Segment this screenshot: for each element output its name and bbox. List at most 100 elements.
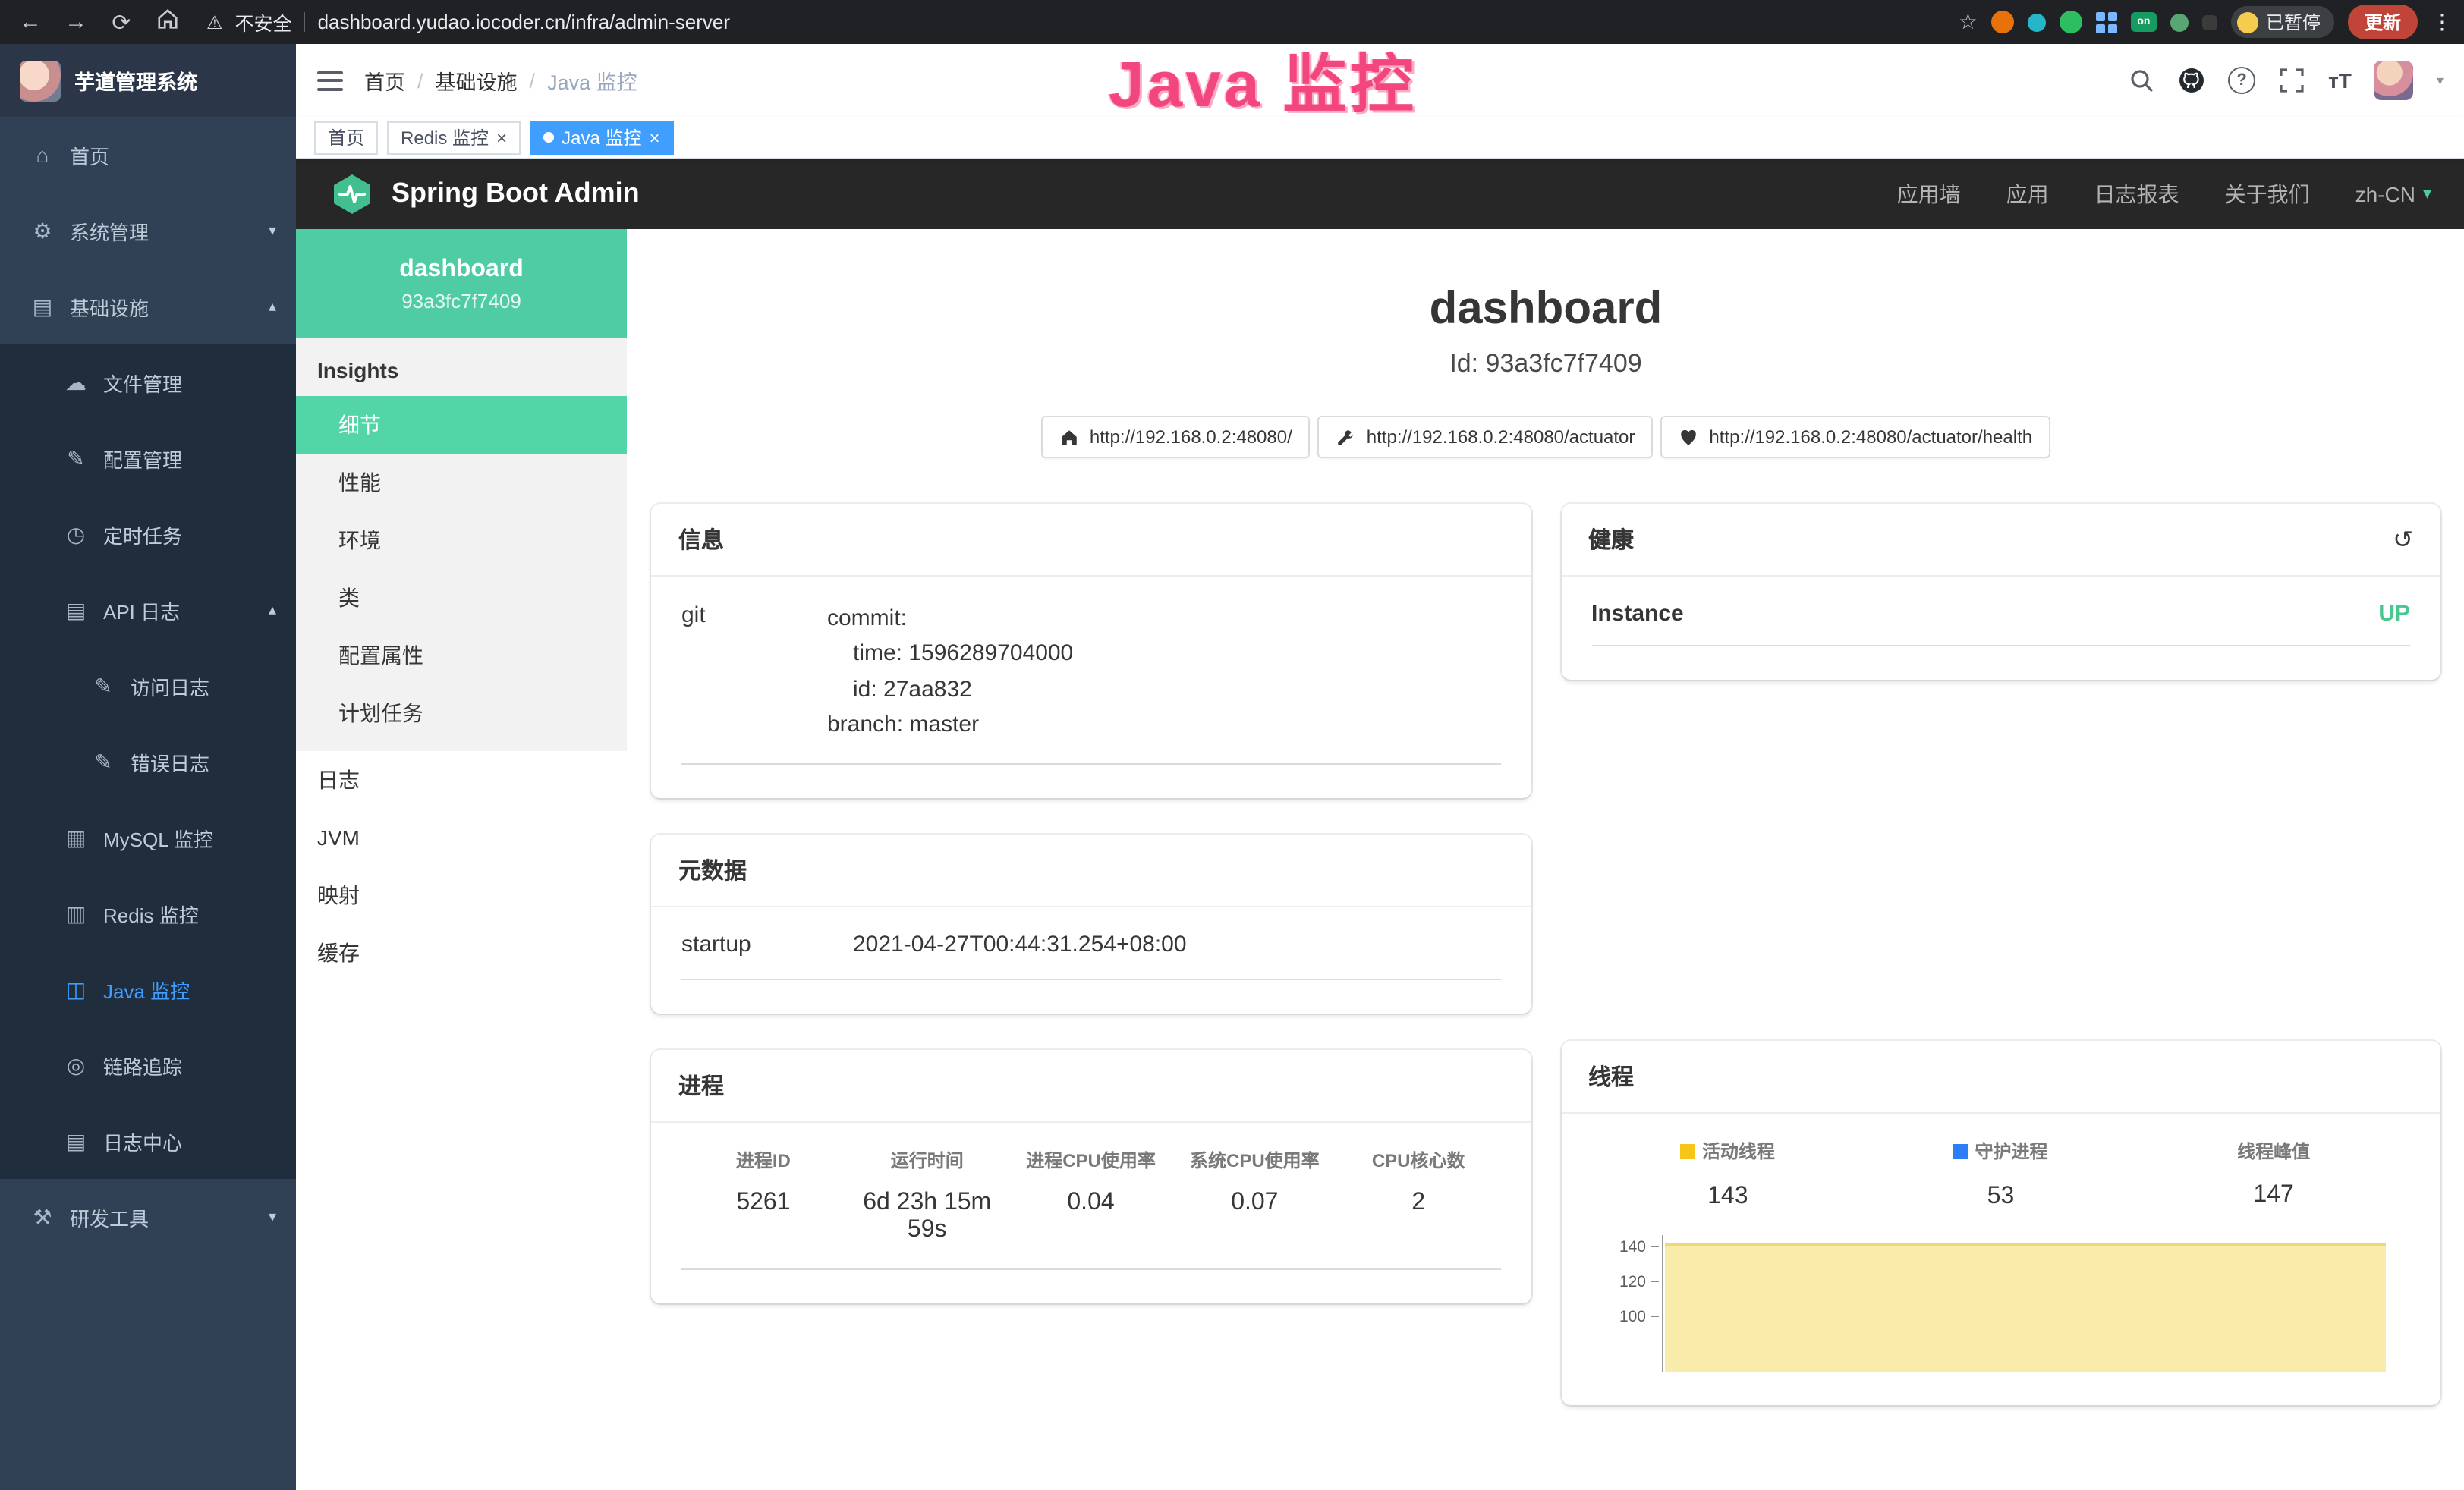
sba-item-details[interactable]: 细节	[296, 396, 627, 454]
sidebar-item-api-logs[interactable]: ▤ API 日志 ▴	[0, 572, 296, 648]
home-icon[interactable]	[152, 8, 182, 36]
update-button[interactable]: 更新	[2348, 5, 2418, 39]
extension-on-toggle-icon[interactable]: on	[2131, 12, 2157, 32]
redis-icon: ▥	[64, 901, 88, 926]
sidebar-item-error-logs[interactable]: ✎ 错误日志	[0, 724, 296, 800]
column-header: CPU核心数	[1336, 1147, 1500, 1173]
link-health-url[interactable]: http://192.168.0.2:48080/actuator/health	[1660, 416, 2050, 458]
threads-legend: 活动线程 143 守护进程 53 线程峰值 14	[1591, 1138, 2410, 1210]
app-logo-row[interactable]: 芋道管理系统	[0, 44, 296, 117]
page-title: dashboard	[627, 284, 2464, 335]
sba-item-jvm[interactable]: JVM	[296, 809, 627, 866]
breadcrumb-separator: /	[530, 69, 536, 92]
extension-icon[interactable]	[1991, 11, 2014, 33]
sidebar-item-label: MySQL 监控	[103, 823, 213, 852]
close-icon[interactable]: ×	[496, 128, 507, 146]
tab-redis-monitor[interactable]: Redis 监控 ×	[387, 121, 521, 154]
infrastructure-icon: ▤	[30, 294, 55, 319]
history-icon[interactable]: ↺	[2393, 524, 2413, 555]
search-icon[interactable]	[2128, 67, 2155, 94]
caret-down-icon[interactable]: ▾	[2437, 72, 2444, 89]
sba-item-performance[interactable]: 性能	[296, 454, 627, 511]
hamburger-icon[interactable]	[317, 71, 343, 90]
sidebar-item-java-monitor[interactable]: ◫ Java 监控	[0, 951, 296, 1027]
sidebar-item-mysql-monitor[interactable]: ▦ MySQL 监控	[0, 800, 296, 875]
tab-java-monitor[interactable]: Java 监控 ×	[530, 121, 673, 154]
sidebar-item-redis-monitor[interactable]: ▥ Redis 监控	[0, 875, 296, 951]
sba-nav-journal[interactable]: 日志报表	[2094, 178, 2179, 209]
reload-icon[interactable]: ⟳	[106, 8, 137, 36]
chevron-down-icon: ▾	[2423, 184, 2431, 203]
help-icon[interactable]: ?	[2228, 67, 2255, 94]
link-root-url[interactable]: http://192.168.0.2:48080/	[1041, 416, 1311, 458]
metadata-value: 2021-04-27T00:44:31.254+08:00	[853, 932, 1187, 957]
sba-item-classes[interactable]: 类	[296, 569, 627, 627]
forward-icon[interactable]: →	[61, 9, 91, 35]
font-size-icon[interactable]: тT	[2328, 68, 2352, 93]
close-icon[interactable]: ×	[649, 128, 659, 146]
app-sidebar: 芋道管理系统 ⌂ 首页 ⚙ 系统管理 ▾ ▤ 基础设施 ▴ ☁ 文件管理	[0, 44, 296, 1490]
sba-nav-applications[interactable]: 应用	[2006, 178, 2049, 209]
chevron-down-icon: ▾	[269, 1209, 276, 1225]
cards-left-column: 信息 git commit: time: 1596289704000 id: 2…	[651, 504, 1531, 1441]
extension-icon[interactable]	[2028, 13, 2046, 31]
sba-main: dashboard Id: 93a3fc7f7409 http://192.16…	[627, 229, 2464, 1490]
sba-item-mappings[interactable]: 映射	[296, 866, 627, 924]
tab-label: Java 监控	[562, 124, 641, 150]
bookmark-star-icon[interactable]: ☆	[1959, 9, 1978, 35]
sidebar-item-scheduled-tasks[interactable]: ◷ 定时任务	[0, 496, 296, 572]
url-text[interactable]: dashboard.yudao.iocoder.cn/infra/admin-s…	[318, 11, 730, 33]
instance-name: dashboard	[399, 256, 524, 283]
sidebar-item-dev-tools[interactable]: ⚒ 研发工具 ▾	[0, 1179, 296, 1255]
access-log-icon: ✎	[91, 673, 115, 699]
sba-item-scheduled-tasks[interactable]: 计划任务	[296, 684, 627, 742]
github-icon[interactable]	[2178, 67, 2205, 94]
health-instance-row[interactable]: Instance UP	[1591, 601, 2410, 646]
link-actuator-url[interactable]: http://192.168.0.2:48080/actuator	[1318, 416, 1654, 458]
process-col-uptime: 运行时间 6d 23h 15m 59s	[845, 1147, 1009, 1244]
user-avatar[interactable]	[2374, 61, 2414, 100]
sidebar-item-file-mgmt[interactable]: ☁ 文件管理	[0, 344, 296, 420]
sidebar-item-config-mgmt[interactable]: ✎ 配置管理	[0, 420, 296, 496]
sba-brand-title[interactable]: Spring Boot Admin	[392, 178, 640, 209]
sba-locale-select[interactable]: zh-CN ▾	[2355, 181, 2431, 206]
sidebar-item-log-center[interactable]: ▤ 日志中心	[0, 1103, 296, 1179]
profile-chip[interactable]: 已暂停	[2231, 6, 2334, 38]
sba-item-caches[interactable]: 缓存	[296, 924, 627, 982]
sidebar-item-infrastructure[interactable]: ▤ 基础设施 ▴	[0, 269, 296, 344]
sidebar-item-access-logs[interactable]: ✎ 访问日志	[0, 648, 296, 724]
sba-item-environment[interactable]: 环境	[296, 511, 627, 569]
tab-label: Redis 监控	[401, 124, 489, 150]
sidebar-item-label: 定时任务	[103, 520, 182, 549]
git-commit-line: commit:	[827, 601, 1073, 637]
sba-item-config-props[interactable]: 配置属性	[296, 627, 627, 684]
back-icon[interactable]: ←	[15, 9, 46, 35]
metadata-card: 元数据 startup 2021-04-27T00:44:31.254+08:0…	[651, 835, 1531, 1014]
sba-instance-block[interactable]: dashboard 93a3fc7f7409	[296, 229, 627, 338]
fullscreen-icon[interactable]	[2278, 67, 2305, 94]
extension-grid-icon[interactable]	[2096, 11, 2117, 33]
extension-leaf-icon[interactable]	[2170, 13, 2189, 31]
extension-paw-icon[interactable]	[2202, 14, 2217, 30]
sidebar-item-system[interactable]: ⚙ 系统管理 ▾	[0, 193, 296, 269]
breadcrumb-infrastructure[interactable]: 基础设施	[436, 65, 518, 96]
locale-value: zh-CN	[2355, 181, 2415, 206]
sidebar-item-home[interactable]: ⌂ 首页	[0, 117, 296, 193]
tag-tab-bar: 首页 Redis 监控 × Java 监控 ×	[296, 117, 2464, 159]
sba-nav-wallboard[interactable]: 应用墙	[1897, 178, 1961, 209]
browser-menu-icon[interactable]: ⋮	[2431, 9, 2450, 35]
breadcrumb-home[interactable]: 首页	[364, 65, 405, 96]
sba-nav-about[interactable]: 关于我们	[2225, 178, 2310, 209]
tab-home[interactable]: 首页	[314, 121, 378, 154]
active-dot-icon	[543, 132, 554, 143]
sba-item-logs[interactable]: 日志	[296, 751, 627, 809]
security-label[interactable]: 不安全	[235, 8, 292, 36]
home-icon	[1059, 427, 1079, 447]
y-tick: 100	[1619, 1307, 1658, 1325]
java-icon: ◫	[64, 976, 88, 1002]
extension-icon[interactable]	[2060, 11, 2082, 33]
app-title: 芋道管理系统	[74, 65, 197, 96]
address-bar[interactable]: ⚠ 不安全 dashboard.yudao.iocoder.cn/infra/a…	[206, 8, 1943, 36]
process-table: 进程ID 5261 运行时间 6d 23h 15m 59s	[681, 1147, 1500, 1270]
sidebar-item-trace[interactable]: ◎ 链路追踪	[0, 1027, 296, 1103]
